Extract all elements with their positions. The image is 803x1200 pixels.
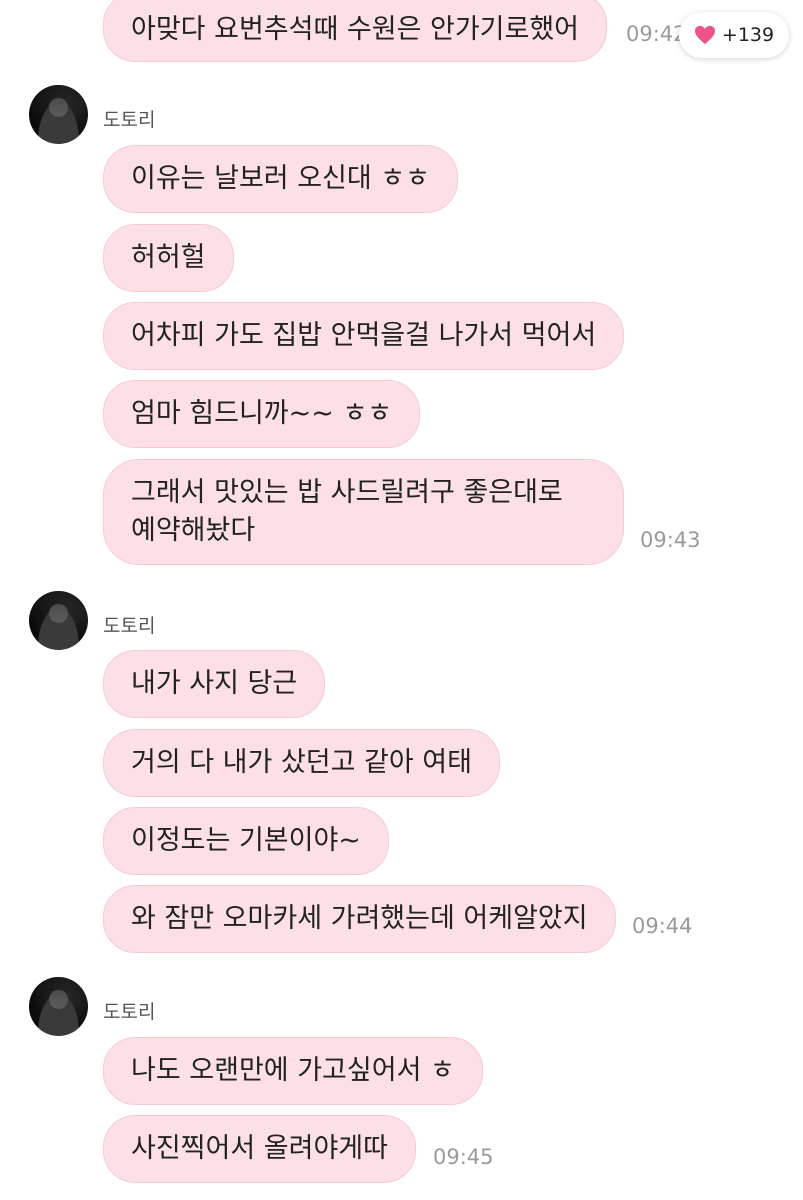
- message-bubble[interactable]: 엄마 힘드니까~~ ㅎㅎ: [103, 380, 421, 448]
- message-text: 내가 사지 당근: [131, 668, 298, 699]
- message-text: 허허헐: [131, 242, 206, 273]
- heart-icon: [694, 25, 715, 45]
- message-time: 09:45: [433, 1145, 494, 1169]
- message-text: 거의 다 내가 샀던고 같아 여태: [131, 747, 472, 778]
- message-text: 와 잠만 오마카세 가려했는데 어케알았지: [131, 903, 588, 934]
- sender-name: 도토리: [103, 1001, 156, 1023]
- message-text: 아맞다 요번추석때 수원은 안가기로했어: [131, 14, 580, 45]
- message-text: 사진찍어서 올려야게따: [131, 1133, 388, 1164]
- sender-name: 도토리: [103, 615, 156, 637]
- message-text: 이정도는 기본이야~: [131, 825, 361, 856]
- message-bubble[interactable]: 와 잠만 오마카세 가려했는데 어케알았지: [103, 885, 616, 953]
- message-time: 09:43: [640, 528, 701, 552]
- message-bubble[interactable]: 사진찍어서 올려야게따: [103, 1115, 416, 1183]
- message-text: 이유는 날보러 오신대 ㅎㅎ: [131, 163, 430, 194]
- message-text: 엄마 힘드니까~~ ㅎㅎ: [131, 398, 393, 429]
- reaction-count: +139: [721, 24, 775, 46]
- message-bubble[interactable]: 이유는 날보러 오신대 ㅎㅎ: [103, 145, 458, 213]
- message-bubble[interactable]: 아맞다 요번추석때 수원은 안가기로했어: [103, 0, 608, 62]
- avatar[interactable]: [29, 85, 88, 144]
- avatar[interactable]: [29, 591, 88, 650]
- message-bubble[interactable]: 허허헐: [103, 224, 234, 292]
- message-bubble[interactable]: 내가 사지 당근: [103, 650, 326, 718]
- message-text: 나도 오랜만에 가고싶어서 ㅎ: [131, 1055, 455, 1086]
- message-time: 09:44: [632, 914, 693, 938]
- message-bubble[interactable]: 거의 다 내가 샀던고 같아 여태: [103, 729, 500, 797]
- message-bubble[interactable]: 그래서 맛있는 밥 사드릴려구 좋은대로 예약해놨다: [103, 459, 624, 565]
- message-bubble[interactable]: 어차피 가도 집밥 안먹을걸 나가서 먹어서: [103, 302, 625, 370]
- reaction-badge[interactable]: +139: [679, 12, 789, 58]
- sender-name: 도토리: [103, 109, 156, 131]
- message-text: 그래서 맛있는 밥 사드릴려구 좋은대로 예약해놨다: [131, 477, 563, 546]
- message-text: 어차피 가도 집밥 안먹을걸 나가서 먹어서: [131, 320, 597, 351]
- message-bubble[interactable]: 나도 오랜만에 가고싶어서 ㅎ: [103, 1037, 483, 1105]
- message-time: 09:42: [626, 22, 687, 46]
- avatar[interactable]: [29, 977, 88, 1036]
- message-bubble[interactable]: 이정도는 기본이야~: [103, 807, 389, 875]
